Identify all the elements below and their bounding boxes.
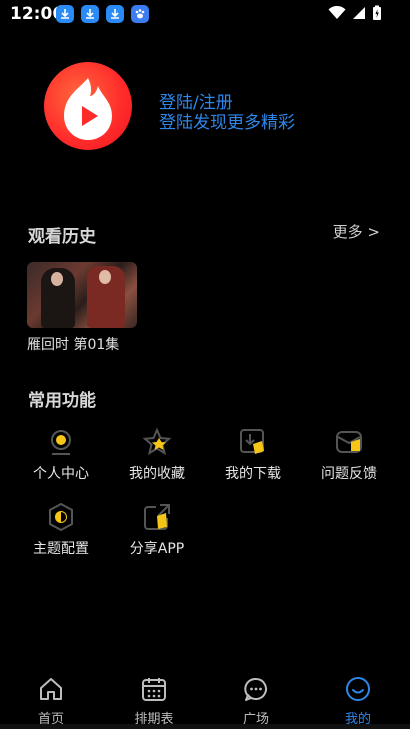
function-label: 我的下载 <box>225 466 281 482</box>
profile-icon <box>346 677 370 701</box>
feedback-icon <box>336 431 362 453</box>
function-label: 我的收藏 <box>129 466 185 482</box>
function-person-center[interactable]: 个人中心 <box>13 427 109 483</box>
app-logo <box>44 62 132 150</box>
chat-icon <box>244 677 267 701</box>
star-icon <box>142 427 172 456</box>
nav-mine[interactable]: 我的 <box>318 676 398 727</box>
functions-section-title: 常用功能 <box>28 391 96 411</box>
history-thumbnail <box>27 262 137 328</box>
history-caption: 雁回时 第01集 <box>27 337 120 353</box>
share-icon <box>144 504 170 530</box>
wifi-icon <box>328 6 346 19</box>
download-notification-icon <box>106 5 124 23</box>
download-notification-icon <box>56 5 74 23</box>
nav-home[interactable]: 首页 <box>11 676 91 727</box>
nav-square[interactable]: 广场 <box>216 676 296 727</box>
profile-header[interactable]: 登陆/注册 登陆发现更多精彩 <box>0 60 410 155</box>
history-more-link[interactable]: 更多 > <box>333 221 380 242</box>
system-icons <box>328 5 382 21</box>
gesture-bar <box>0 724 410 729</box>
function-label: 分享APP <box>129 541 185 557</box>
history-section-title: 观看历史 <box>28 227 96 247</box>
battery-icon <box>373 5 381 20</box>
function-theme[interactable]: 主题配置 <box>13 502 109 558</box>
bottom-navigation: 首页 排期表 广场 我的 <box>0 668 410 729</box>
function-feedback[interactable]: 问题反馈 <box>301 427 397 483</box>
signal-icon <box>353 7 365 19</box>
download-icon <box>240 429 264 454</box>
download-notification-icon <box>81 5 99 23</box>
person-center-icon <box>51 430 71 455</box>
history-item[interactable]: 雁回时 第01集 <box>27 262 137 354</box>
function-label: 主题配置 <box>33 541 89 557</box>
function-downloads[interactable]: 我的下载 <box>205 427 301 483</box>
nav-schedule[interactable]: 排期表 <box>114 676 194 727</box>
function-label: 问题反馈 <box>321 466 377 482</box>
status-bar: 12:06 <box>0 0 410 28</box>
calendar-icon <box>142 678 166 701</box>
home-icon <box>40 678 62 700</box>
function-share[interactable]: 分享APP <box>109 502 205 558</box>
baidu-notification-icon <box>131 5 149 23</box>
function-label: 个人中心 <box>33 466 89 482</box>
login-subtitle: 登陆发现更多精彩 <box>159 113 295 133</box>
theme-icon <box>49 502 73 532</box>
function-favorites[interactable]: 我的收藏 <box>109 427 205 483</box>
